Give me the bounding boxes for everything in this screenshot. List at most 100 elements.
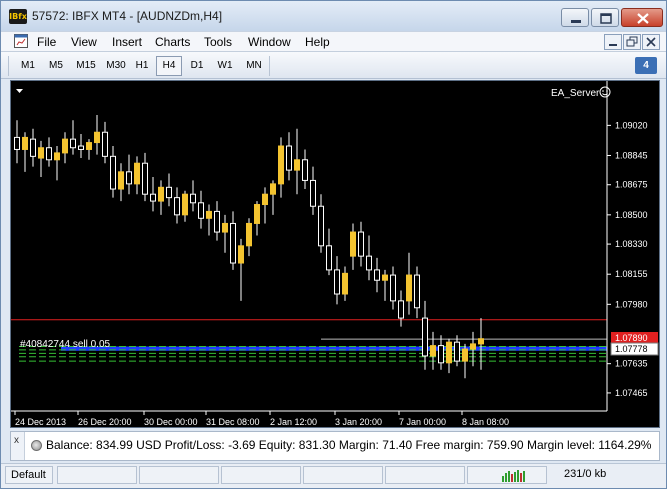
smiley-icon xyxy=(599,86,611,98)
candle-body xyxy=(326,245,332,271)
tab-mn[interactable]: MN xyxy=(241,56,267,76)
candle-body xyxy=(174,197,180,216)
chart-menu-arrow-icon[interactable] xyxy=(16,89,23,93)
candle-body xyxy=(214,210,220,233)
child-restore-button[interactable] xyxy=(623,34,641,50)
status-cell-1 xyxy=(57,466,137,484)
restore-icon xyxy=(626,36,638,47)
menu-charts[interactable]: Charts xyxy=(155,35,190,49)
candle-body xyxy=(438,345,444,364)
order-price-label: 1.07890 xyxy=(615,333,648,343)
close-icon xyxy=(646,37,656,47)
close-icon xyxy=(637,13,649,24)
tab-h1[interactable]: H1 xyxy=(131,56,153,76)
candle-body xyxy=(238,245,244,264)
candle-body xyxy=(198,202,204,219)
child-close-button[interactable] xyxy=(642,34,660,50)
candle-body xyxy=(286,145,292,171)
candle-body xyxy=(70,138,76,149)
candle-body xyxy=(358,231,364,257)
chart-window-icon[interactable] xyxy=(14,34,28,48)
y-tick-label: 1.07635 xyxy=(615,359,648,369)
candle-body xyxy=(318,205,324,247)
candle-body xyxy=(78,145,84,150)
terminal-close-button[interactable]: x xyxy=(11,432,25,460)
maximize-button[interactable] xyxy=(591,8,619,27)
candle-body xyxy=(118,171,124,190)
status-cell-2 xyxy=(139,466,219,484)
candle-body xyxy=(414,274,420,309)
candle-body xyxy=(350,231,356,257)
candle-body xyxy=(94,131,100,144)
candle-body xyxy=(158,186,164,202)
status-cell-3 xyxy=(221,466,301,484)
order-label: #40842744 sell 0.05 xyxy=(20,339,111,350)
tab-m5[interactable]: M5 xyxy=(43,56,69,76)
menu-help[interactable]: Help xyxy=(305,35,330,49)
price-chart[interactable]: 1.09020 1.08845 1.08675 1.08500 1.08330 1.081… xyxy=(10,80,660,428)
candle-body xyxy=(294,159,300,171)
candle-body xyxy=(126,171,132,185)
x-tick-label: 2 Jan 12:00 xyxy=(270,417,317,427)
y-tick-label: 1.08675 xyxy=(615,180,648,190)
title-bar[interactable]: IBfx 57572: IBFX MT4 - [AUDNZDm,H4] xyxy=(1,1,666,31)
toolbar-grip[interactable] xyxy=(8,56,9,76)
y-tick-label: 1.08500 xyxy=(615,210,648,220)
menu-file[interactable]: File xyxy=(37,35,56,49)
tab-h4[interactable]: H4 xyxy=(156,56,182,76)
x-tick-label: 7 Jan 00:00 xyxy=(399,417,446,427)
bid-price-label: 1.07778 xyxy=(615,344,648,354)
terminal-panel: x Balance: 834.99 USD Profit/Loss: -3.69… xyxy=(10,431,660,461)
y-tick-label: 1.07980 xyxy=(615,299,648,309)
x-tick-label: 3 Jan 20:00 xyxy=(335,417,382,427)
status-cell-5 xyxy=(385,466,465,484)
candle-body xyxy=(470,343,476,350)
candle-body xyxy=(182,193,188,216)
menu-insert[interactable]: Insert xyxy=(112,35,142,49)
x-tick-label: 31 Dec 08:00 xyxy=(206,417,260,427)
tab-d1[interactable]: D1 xyxy=(185,56,209,76)
toolbar-separator xyxy=(269,56,270,76)
candle-body xyxy=(270,183,276,195)
y-tick-label: 1.09020 xyxy=(615,120,648,130)
menu-view[interactable]: View xyxy=(71,35,97,49)
candle-body xyxy=(142,162,148,195)
maximize-icon xyxy=(600,13,612,24)
tab-w1[interactable]: W1 xyxy=(213,56,237,76)
candle-body xyxy=(134,162,140,185)
menu-window[interactable]: Window xyxy=(248,35,291,49)
candle-body xyxy=(254,204,260,224)
tab-m30[interactable]: M30 xyxy=(101,56,131,76)
candle-body xyxy=(46,147,52,161)
child-minimize-button[interactable] xyxy=(604,34,622,50)
minimize-icon xyxy=(571,20,581,23)
profile-cell[interactable]: Default xyxy=(5,466,53,484)
candle-body xyxy=(454,341,460,362)
candle-body xyxy=(206,210,212,219)
menu-tools[interactable]: Tools xyxy=(204,35,232,49)
tab-m15[interactable]: M15 xyxy=(71,56,101,76)
x-tick-label: 8 Jan 08:00 xyxy=(462,417,509,427)
candlestick-chart[interactable]: 1.09020 1.08845 1.08675 1.08500 1.08330 1.081… xyxy=(11,81,661,429)
candle-body xyxy=(406,274,412,302)
candle-body xyxy=(150,193,156,202)
connection-bars-icon xyxy=(502,470,525,482)
candle-body xyxy=(390,274,396,302)
candle-body xyxy=(86,142,92,150)
notification-badge[interactable]: 4 xyxy=(635,57,657,74)
y-tick-label: 1.08155 xyxy=(615,269,648,279)
y-tick-label: 1.08845 xyxy=(615,150,648,160)
ea-label: EA_Server xyxy=(551,88,600,99)
candle-body xyxy=(462,348,468,362)
minimize-button[interactable] xyxy=(561,8,589,27)
candle-body xyxy=(398,300,404,319)
candle-body xyxy=(14,136,20,150)
tab-m1[interactable]: M1 xyxy=(15,56,41,76)
candle-body xyxy=(246,222,252,247)
status-cell-4 xyxy=(303,466,383,484)
candle-body xyxy=(62,138,68,154)
candle-body xyxy=(342,272,348,295)
close-button[interactable] xyxy=(621,8,663,27)
x-tick-label: 30 Dec 00:00 xyxy=(144,417,198,427)
candle-body xyxy=(422,317,428,357)
